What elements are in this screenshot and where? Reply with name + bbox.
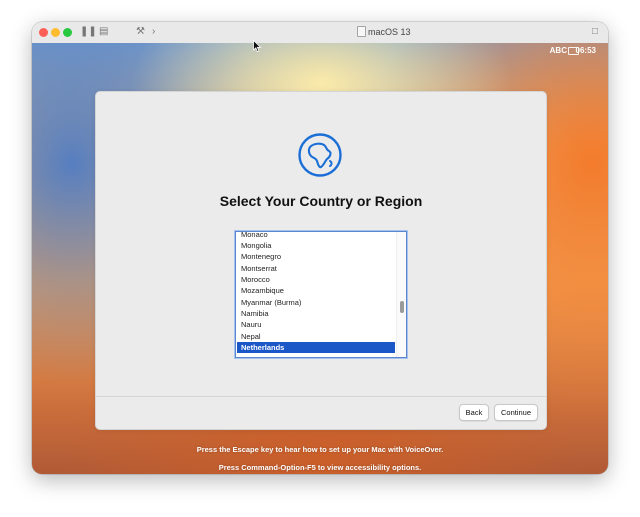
minimize-button[interactable] bbox=[51, 28, 60, 37]
list-item[interactable]: Montenegro bbox=[237, 251, 395, 262]
mouse-pointer-icon bbox=[253, 40, 262, 53]
pause-icon[interactable]: ❚❚ bbox=[80, 25, 97, 39]
list-item-selected[interactable]: Netherlands bbox=[237, 342, 395, 353]
input-source-label[interactable]: ABC bbox=[550, 45, 567, 56]
list-item[interactable]: Nepal bbox=[237, 331, 395, 342]
globe-icon bbox=[298, 133, 342, 177]
window-title: macOS 13 bbox=[368, 27, 411, 37]
scrollbar-thumb[interactable] bbox=[400, 301, 404, 313]
list-item[interactable]: Myanmar (Burma) bbox=[237, 297, 395, 308]
list-item[interactable]: Monaco bbox=[237, 232, 395, 240]
accessibility-hint: Press Command-Option-F5 to view accessib… bbox=[218, 463, 422, 472]
back-button[interactable]: Back bbox=[459, 404, 489, 421]
desktop: ABC 06:53 Select Your Country or Region … bbox=[32, 43, 608, 474]
page-title: Select Your Country or Region bbox=[219, 193, 423, 209]
list-item[interactable]: Morocco bbox=[237, 274, 395, 285]
title-bar: ❚❚ ▤ ⚒ › macOS 13 □ bbox=[32, 22, 608, 44]
snapshot-icon[interactable]: ▤ bbox=[99, 25, 108, 39]
scrollbar[interactable] bbox=[396, 232, 406, 357]
divider bbox=[96, 396, 546, 397]
country-list[interactable]: Monaco Mongolia Montenegro Montserrat Mo… bbox=[235, 231, 407, 358]
list-item[interactable]: Mongolia bbox=[237, 240, 395, 251]
list-item[interactable]: Mozambique bbox=[237, 285, 395, 296]
close-button[interactable] bbox=[39, 28, 48, 37]
setup-panel: Select Your Country or Region Monaco Mon… bbox=[95, 91, 547, 430]
chevron-right-icon[interactable]: › bbox=[152, 25, 155, 39]
settings-wrench-icon[interactable]: ⚒ bbox=[136, 25, 145, 39]
vm-window: ❚❚ ▤ ⚒ › macOS 13 □ ABC 06:53 Select You… bbox=[32, 22, 608, 474]
list-item[interactable]: Nauru bbox=[237, 319, 395, 330]
list-item[interactable]: Montserrat bbox=[237, 263, 395, 274]
document-icon bbox=[357, 26, 366, 37]
continue-button[interactable]: Continue bbox=[494, 404, 538, 421]
voiceover-hint: Press the Escape key to hear how to set … bbox=[196, 445, 444, 454]
fullscreen-icon[interactable]: □ bbox=[592, 25, 598, 39]
zoom-button[interactable] bbox=[63, 28, 72, 37]
clock: 06:53 bbox=[575, 46, 596, 55]
list-item[interactable]: Namibia bbox=[237, 308, 395, 319]
